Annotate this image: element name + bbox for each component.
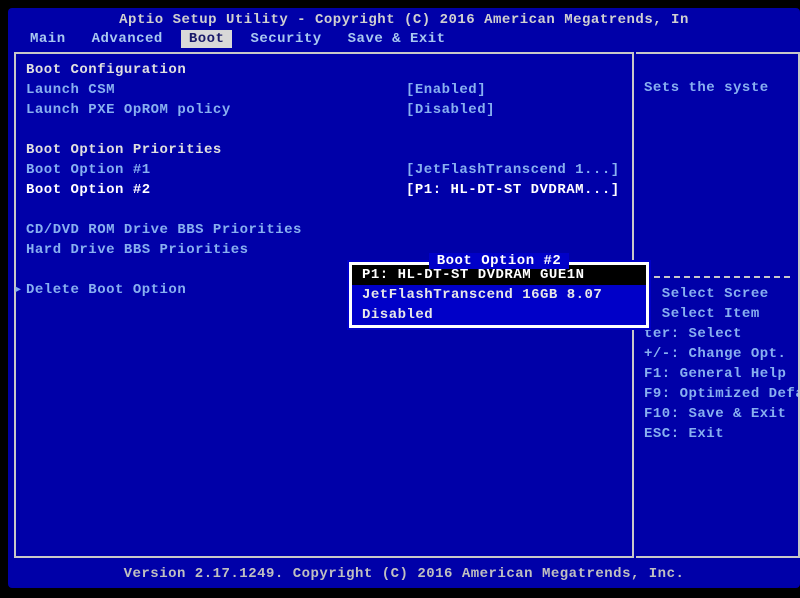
tab-boot[interactable]: Boot [181, 30, 233, 48]
tab-main[interactable]: Main [22, 30, 74, 48]
tab-security[interactable]: Security [242, 30, 329, 48]
row-cddvd-bbs[interactable]: CD/DVD ROM Drive BBS Priorities [26, 220, 622, 240]
row-boot-option-2[interactable]: Boot Option #2 [P1: HL-DT-ST DVDRAM...] [26, 180, 622, 200]
help-key: ter: Select [644, 324, 790, 344]
help-key: F9: Optimized Defa [644, 384, 790, 404]
section-label: Boot Configuration [26, 60, 406, 80]
section-label: Boot Option Priorities [26, 140, 406, 160]
main-frame: Boot Configuration Launch CSM [Enabled] … [14, 52, 800, 558]
row-label: Launch PXE OpROM policy [26, 100, 406, 120]
help-keys: : Select Scree : Select Item ter: Select… [644, 284, 790, 444]
bios-screen: Aptio Setup Utility - Copyright (C) 2016… [8, 8, 800, 588]
header-title: Aptio Setup Utility - Copyright (C) 2016… [8, 8, 800, 28]
help-key: F1: General Help [644, 364, 790, 384]
row-value: [P1: HL-DT-ST DVDRAM...] [406, 180, 622, 200]
row-launch-csm[interactable]: Launch CSM [Enabled] [26, 80, 622, 100]
help-key: F10: Save & Exit [644, 404, 790, 424]
popup-item-0[interactable]: P1: HL-DT-ST DVDRAM GUE1N [352, 265, 646, 285]
section-priorities: Boot Option Priorities [26, 140, 622, 160]
row-label: Launch CSM [26, 80, 406, 100]
help-key: : Select Scree [644, 284, 790, 304]
popup-boot-option-2: Boot Option #2 P1: HL-DT-ST DVDRAM GUE1N… [349, 262, 649, 328]
row-label: CD/DVD ROM Drive BBS Priorities [26, 220, 406, 240]
tab-advanced[interactable]: Advanced [84, 30, 171, 48]
menu-tabs: Main Advanced Boot Security Save & Exit [8, 28, 800, 48]
row-value: [Disabled] [406, 100, 622, 120]
row-label: Boot Option #2 [26, 180, 406, 200]
row-boot-option-1[interactable]: Boot Option #1 [JetFlashTranscend 1...] [26, 160, 622, 180]
row-value: [JetFlashTranscend 1...] [406, 160, 622, 180]
row-value: [Enabled] [406, 80, 622, 100]
help-key: ESC: Exit [644, 424, 790, 444]
row-hdd-bbs[interactable]: Hard Drive BBS Priorities [26, 240, 622, 260]
row-launch-pxe[interactable]: Launch PXE OpROM policy [Disabled] [26, 100, 622, 120]
row-label: Hard Drive BBS Priorities [26, 240, 406, 260]
section-boot-config: Boot Configuration [26, 60, 622, 80]
tab-save-exit[interactable]: Save & Exit [340, 30, 454, 48]
footer-version: Version 2.17.1249. Copyright (C) 2016 Am… [8, 566, 800, 582]
help-key: : Select Item [644, 304, 790, 324]
panel-right: Sets the syste : Select Scree : Select I… [636, 52, 800, 558]
popup-item-1[interactable]: JetFlashTranscend 16GB 8.07 [352, 285, 646, 305]
popup-item-2[interactable]: Disabled [352, 305, 646, 325]
row-label: Boot Option #1 [26, 160, 406, 180]
help-key: +/-: Change Opt. [644, 344, 790, 364]
help-description: Sets the syste [644, 80, 790, 96]
submenu-arrow-icon: ▸ [14, 280, 26, 300]
help-divider [644, 276, 790, 278]
